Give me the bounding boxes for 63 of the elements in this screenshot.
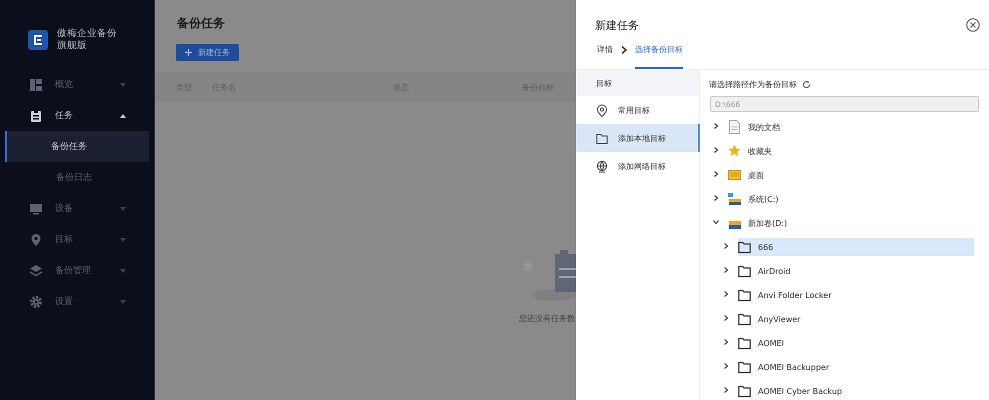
dashboard-icon (29, 78, 43, 92)
expand-toggle-icon[interactable] (723, 291, 729, 297)
expand-toggle-icon[interactable] (723, 267, 729, 273)
expand-toggle-icon[interactable] (723, 315, 729, 321)
drive-icon (728, 192, 741, 206)
clipboard-icon (29, 108, 43, 122)
subnav-item[interactable]: 备份任务 (5, 131, 149, 162)
expand-toggle-icon[interactable] (713, 171, 719, 177)
expand-toggle-icon[interactable] (723, 243, 729, 249)
tree-item[interactable]: 新加卷(D:) (728, 214, 974, 232)
globe-icon (596, 160, 608, 172)
new-task-button[interactable]: 新建任务 (176, 44, 239, 61)
path-label: 请选择路径作为备份目标 (709, 78, 797, 90)
expand-toggle-icon[interactable] (713, 219, 719, 225)
tree-item[interactable]: 收藏夹 (728, 142, 974, 160)
desktop-folder-icon (728, 168, 741, 182)
tree-item[interactable]: AOMEI Cyber Backup (738, 382, 974, 400)
tree-item[interactable]: AOMEI Backupper (738, 358, 974, 376)
expand-toggle-icon[interactable] (723, 387, 729, 393)
folder-icon (738, 384, 751, 398)
expand-toggle-icon[interactable] (713, 195, 719, 201)
target-nav-item[interactable]: 常用目标 (576, 96, 700, 124)
folder-icon (738, 264, 751, 278)
expand-toggle-icon[interactable] (723, 363, 729, 369)
tree-item[interactable]: 我的文档 (728, 118, 974, 136)
refresh-icon[interactable] (802, 80, 811, 88)
page-title: 备份任务 (176, 15, 226, 29)
drawer-title: 新建任务 (595, 18, 639, 32)
expand-toggle-icon[interactable] (723, 339, 729, 345)
folder-icon (738, 240, 751, 254)
tree-item[interactable]: 系统(C:) (728, 190, 974, 208)
folder-icon (596, 132, 608, 144)
tree-item[interactable]: 桌面 (728, 166, 974, 184)
tree-item[interactable]: 666 (738, 238, 974, 256)
plus-icon (185, 49, 192, 56)
tree-item[interactable]: AirDroid (738, 262, 974, 280)
target-nav-item[interactable]: 添加本地目标 (576, 124, 700, 152)
app-logo-icon (28, 30, 48, 50)
settings-icon (29, 294, 43, 308)
expand-toggle-icon[interactable] (713, 147, 719, 153)
folder-icon (738, 360, 751, 374)
chevron-icon (621, 46, 627, 54)
folder-icon (738, 336, 751, 350)
star-icon (728, 144, 741, 158)
nav-item[interactable]: 任务 (55, 109, 120, 122)
step-tab[interactable]: 详情 (597, 44, 613, 69)
expand-toggle-icon[interactable] (713, 123, 719, 129)
brand-name: 傲梅企业备份 (57, 28, 117, 40)
location-pin-icon (29, 232, 43, 246)
brand-edition: 旗舰版 (57, 40, 88, 52)
target-nav-item[interactable]: 添加网络目标 (576, 152, 700, 180)
close-icon[interactable] (966, 18, 980, 32)
document-icon (728, 120, 741, 134)
layers-icon (29, 264, 43, 278)
nav-header: 目标 (576, 70, 699, 96)
tree-item[interactable]: AOMEI (738, 334, 974, 352)
monitor-icon (29, 202, 43, 216)
tree-item[interactable]: AnyViewer (738, 310, 974, 328)
tree-item[interactable]: Anvi Folder Locker (738, 286, 974, 304)
folder-icon (738, 312, 751, 326)
folder-icon (738, 288, 751, 302)
empty-message: 您还没有任务数 (519, 313, 575, 324)
location-pin-icon (596, 104, 608, 116)
